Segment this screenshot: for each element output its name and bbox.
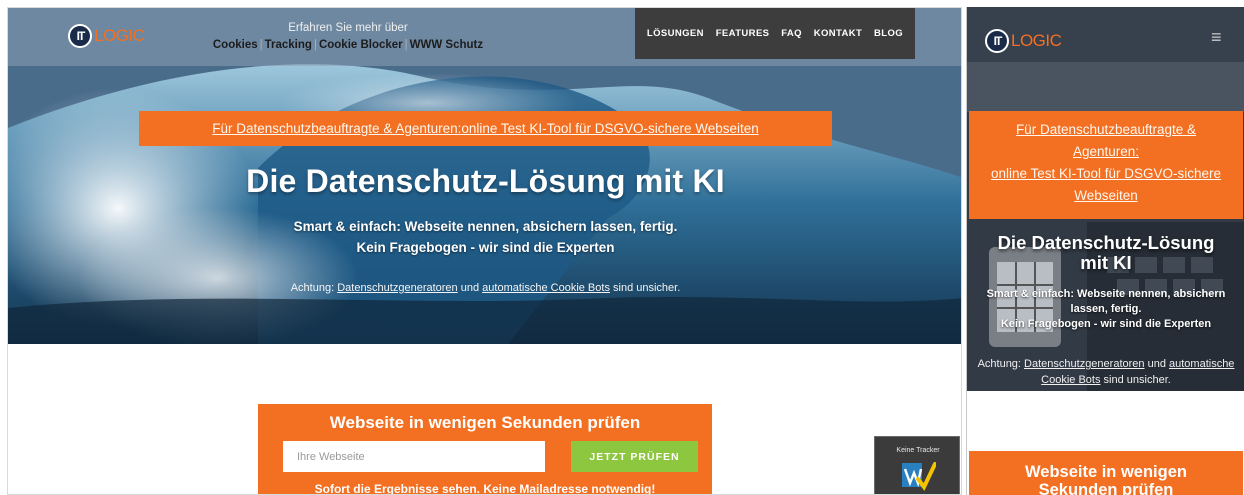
mobile-screenshot: IT LOGIC ≡ Für Datenschutzbeauftragte & … [966,7,1244,495]
warning-mid: und [1147,358,1166,370]
mobile-promo-banner: Für Datenschutzbeauftragte & Agenturen: … [969,111,1243,219]
hero-title: Die Datenschutz-Lösung mit KI [246,163,725,199]
warning-suffix: sind unsicher. [613,282,681,294]
logo[interactable]: IT LOGIC [68,24,145,48]
hero-section: IT LOGIC Erfahren Sie mehr über Cookies |… [8,8,961,344]
link-cookie-blocker[interactable]: Cookie Blocker [319,39,403,51]
badge-label: Keine Tracker [896,447,940,454]
link-tracking[interactable]: Tracking [265,39,312,51]
check-title: Webseite in wenigen Sekunden prüfen [329,413,641,432]
mobile-hero-section: IT LOGIC ≡ Für Datenschutzbeauftragte & … [967,7,1244,391]
nav-blog[interactable]: BLOG [874,28,903,39]
logo-mark-icon: IT [985,29,1009,53]
warning-suffix: sind unsicher. [1103,374,1171,386]
logo-text: LOGIC [94,26,145,45]
hamburger-icon[interactable]: ≡ [1211,27,1222,48]
link-cookies[interactable]: Cookies [213,39,258,51]
mobile-hero-title-line: Die Datenschutz-Lösung [997,232,1215,253]
logo-text: LOGIC [1011,31,1062,50]
nav-kontakt[interactable]: KONTAKT [814,28,863,39]
logo-mark-icon: IT [68,24,92,48]
mobile-warning-line: Achtung: Datenschutzgeneratoren und auto… [967,356,1244,372]
hero-subtitle-line: Smart & einfach: Webseite nennen, absich… [293,219,678,234]
desktop-screenshot: IT LOGIC Erfahren Sie mehr über Cookies |… [7,7,962,495]
mobile-hero-title: Die Datenschutz-Lösung mit KI [967,233,1244,273]
mobile-check-title-line: Webseite in wenigen [1025,463,1187,481]
nav-loesungen[interactable]: LÖSUNGEN [647,28,704,39]
warning-mid: und [460,282,480,294]
learn-more-title: Erfahren Sie mehr über [288,22,408,34]
main-nav: LÖSUNGEN FEATURES FAQ KONTAKT BLOG [635,8,915,59]
mobile-website-check-form: Webseite in wenigen Sekunden prüfen [969,451,1243,495]
mobile-promo-link-line[interactable]: Webseiten [969,185,1243,207]
mobile-promo-link-line[interactable]: Agenturen: [969,141,1243,163]
mobile-hero-subtitle-line: Kein Fragebogen - wir sind die Experten [1000,318,1212,330]
learn-more-block: Erfahren Sie mehr über Cookies | Tracking |… [208,22,488,51]
check-logo-icon [902,462,936,491]
mobile-promo-link-line[interactable]: Für Datenschutzbeauftragte & [969,119,1243,141]
mobile-check-title-line: Sekunden prüfen [1038,481,1174,495]
warning-prefix: Achtung: [290,282,335,294]
separator: | [404,39,408,51]
nav-features[interactable]: FEATURES [716,28,770,39]
link-datenschutzgeneratoren[interactable]: Datenschutzgeneratoren [1024,358,1144,370]
mobile-hero-subtitle-line: Smart & einfach: Webseite nennen, absich… [986,288,1226,300]
learn-more-links: Cookies | Tracking | Cookie Blocker | WWW Schu… [208,39,488,51]
separator: | [313,39,317,51]
nav-faq[interactable]: FAQ [781,28,802,39]
mobile-check-title: Webseite in wenigen Sekunden prüfen [969,463,1243,495]
mobile-hero-title-line: mit KI [1080,252,1132,273]
separator: | [259,39,263,51]
link-cookie-bots[interactable]: Cookie Bots [1041,374,1100,386]
warning-prefix: Achtung: [977,358,1021,370]
hero-subtitle-line: Kein Fragebogen - wir sind die Experten [356,240,615,255]
promo-link[interactable]: Für Datenschutzbeauftragte & Agenturen:o… [212,121,759,136]
link-www-schutz[interactable]: WWW Schutz [410,39,483,51]
promo-banner: Für Datenschutzbeauftragte & Agenturen:o… [139,111,832,146]
link-datenschutzgeneratoren[interactable]: Datenschutzgeneratoren [337,282,457,294]
check-note: Sofort die Ergebnisse sehen. Keine Maila… [314,482,656,495]
link-cookie-bots[interactable]: automatische Cookie Bots [482,282,610,294]
hero-warning: Achtung: Datenschutzgeneratoren und auto… [8,282,961,294]
mobile-hero-subtitle-line: lassen, fertig. [1070,303,1142,315]
mobile-warning-line: Cookie Bots sind unsicher. [967,372,1244,388]
link-cookie-bots[interactable]: automatische [1169,358,1234,370]
mobile-logo[interactable]: IT LOGIC [985,29,1062,53]
mobile-promo-link-line[interactable]: online Test KI-Tool für DSGVO-sichere [969,163,1243,185]
check-now-button[interactable]: JETZT PRÜFEN [571,441,698,472]
hero-subtitle: Smart & einfach: Webseite nennen, absich… [8,216,961,258]
website-check-form: Webseite in wenigen Sekunden prüfen JETZ… [258,404,712,495]
website-input[interactable] [283,441,545,472]
mobile-hero-subtitle: Smart & einfach: Webseite nennen, absich… [971,287,1241,332]
no-tracker-badge[interactable]: Keine Tracker [874,436,960,494]
mobile-hero-warning: Achtung: Datenschutzgeneratoren und auto… [967,356,1244,388]
